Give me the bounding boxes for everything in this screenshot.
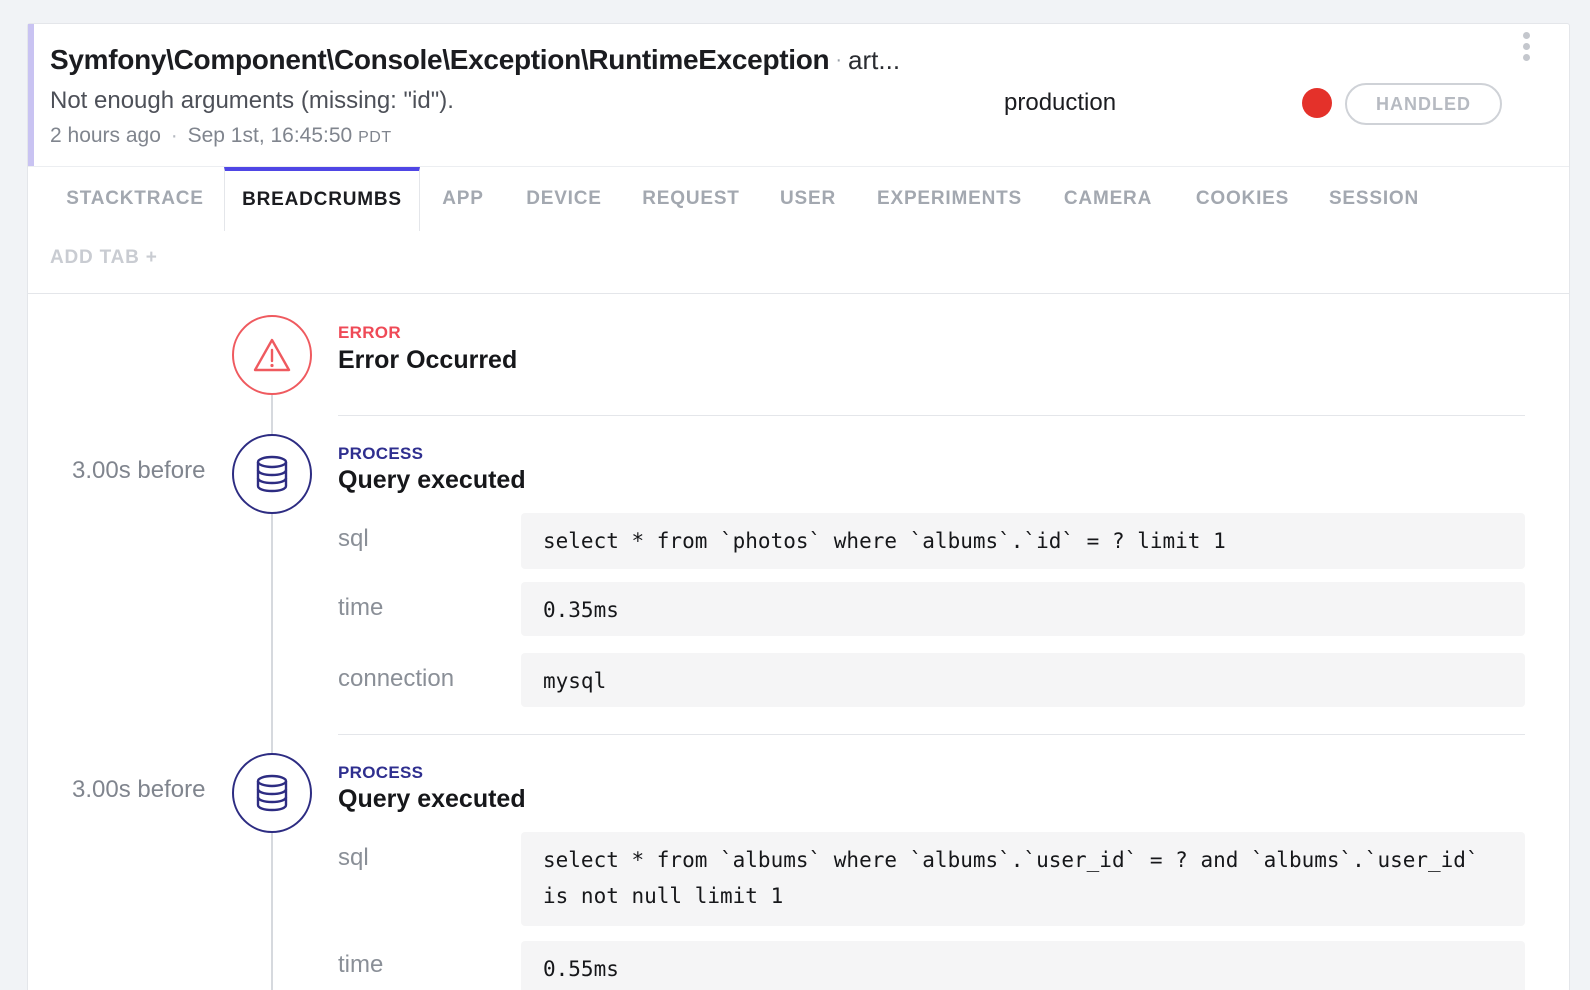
crumb-relative-time: 3.00s before (72, 457, 206, 484)
tab-stacktrace[interactable]: STACKTRACE (50, 167, 220, 231)
warning-triangle-icon (232, 315, 312, 395)
event-timestamp: Sep 1st, 16:45:50 (187, 124, 353, 147)
field-value-time: 0.35ms (521, 582, 1525, 636)
tab-cookies[interactable]: COOKIES (1185, 167, 1300, 231)
tab-device[interactable]: DEVICE (516, 167, 612, 231)
event-meta: 2 hours ago · Sep 1st, 16:45:50 PDT (50, 124, 392, 148)
event-timezone: PDT (358, 129, 392, 146)
meta-separator: · (170, 124, 178, 147)
tab-experiments[interactable]: EXPERIMENTS (868, 167, 1031, 231)
field-value-sql: select * from `photos` where `albums`.`i… (521, 513, 1525, 569)
crumb-divider (338, 415, 1525, 416)
handled-badge[interactable]: HANDLED (1345, 83, 1502, 125)
crumb-relative-time: 3.00s before (72, 776, 206, 803)
environment-label: production (1004, 89, 1117, 116)
crumb-divider (338, 734, 1525, 735)
field-key-connection: connection (338, 665, 455, 692)
event-culprit: art... (848, 45, 901, 75)
crumb-type-process: PROCESS (338, 763, 424, 782)
more-options-icon[interactable] (1520, 32, 1532, 66)
event-header: Symfony\Component\Console\Exception\Runt… (28, 24, 1569, 166)
event-card: Symfony\Component\Console\Exception\Runt… (27, 23, 1570, 990)
tab-breadcrumbs[interactable]: BREADCRUMBS (224, 167, 420, 231)
database-icon (232, 434, 312, 514)
tab-app[interactable]: APP (428, 167, 498, 231)
time-ago: 2 hours ago (50, 124, 161, 147)
crumb-title: Error Occurred (338, 346, 518, 374)
field-value-connection: mysql (521, 653, 1525, 707)
field-key-time: time (338, 951, 384, 978)
tab-session[interactable]: SESSION (1321, 167, 1427, 231)
title-separator: · (835, 49, 843, 71)
event-title-row: Symfony\Component\Console\Exception\Runt… (50, 44, 900, 76)
field-value-sql: select * from `albums` where `albums`.`u… (521, 832, 1525, 926)
database-icon (232, 753, 312, 833)
crumb-title: Query executed (338, 785, 526, 813)
tab-camera[interactable]: CAMERA (1053, 167, 1163, 231)
field-value-time: 0.55ms (521, 941, 1525, 990)
add-tab-button[interactable]: ADD TAB + (50, 247, 158, 269)
field-key-sql: sql (338, 525, 369, 552)
field-key-time: time (338, 594, 384, 621)
error-level-indicator (1302, 88, 1332, 118)
crumb-title: Query executed (338, 466, 526, 494)
event-message: Not enough arguments (missing: "id"). (50, 87, 454, 114)
tab-request[interactable]: REQUEST (632, 167, 750, 231)
event-title: Symfony\Component\Console\Exception\Runt… (50, 44, 830, 75)
tab-user[interactable]: USER (773, 167, 843, 231)
crumb-type-error: ERROR (338, 323, 401, 342)
event-tabs: STACKTRACE BREADCRUMBS APP DEVICE REQUES… (28, 166, 1569, 294)
field-key-sql: sql (338, 844, 369, 871)
crumb-type-process: PROCESS (338, 444, 424, 463)
